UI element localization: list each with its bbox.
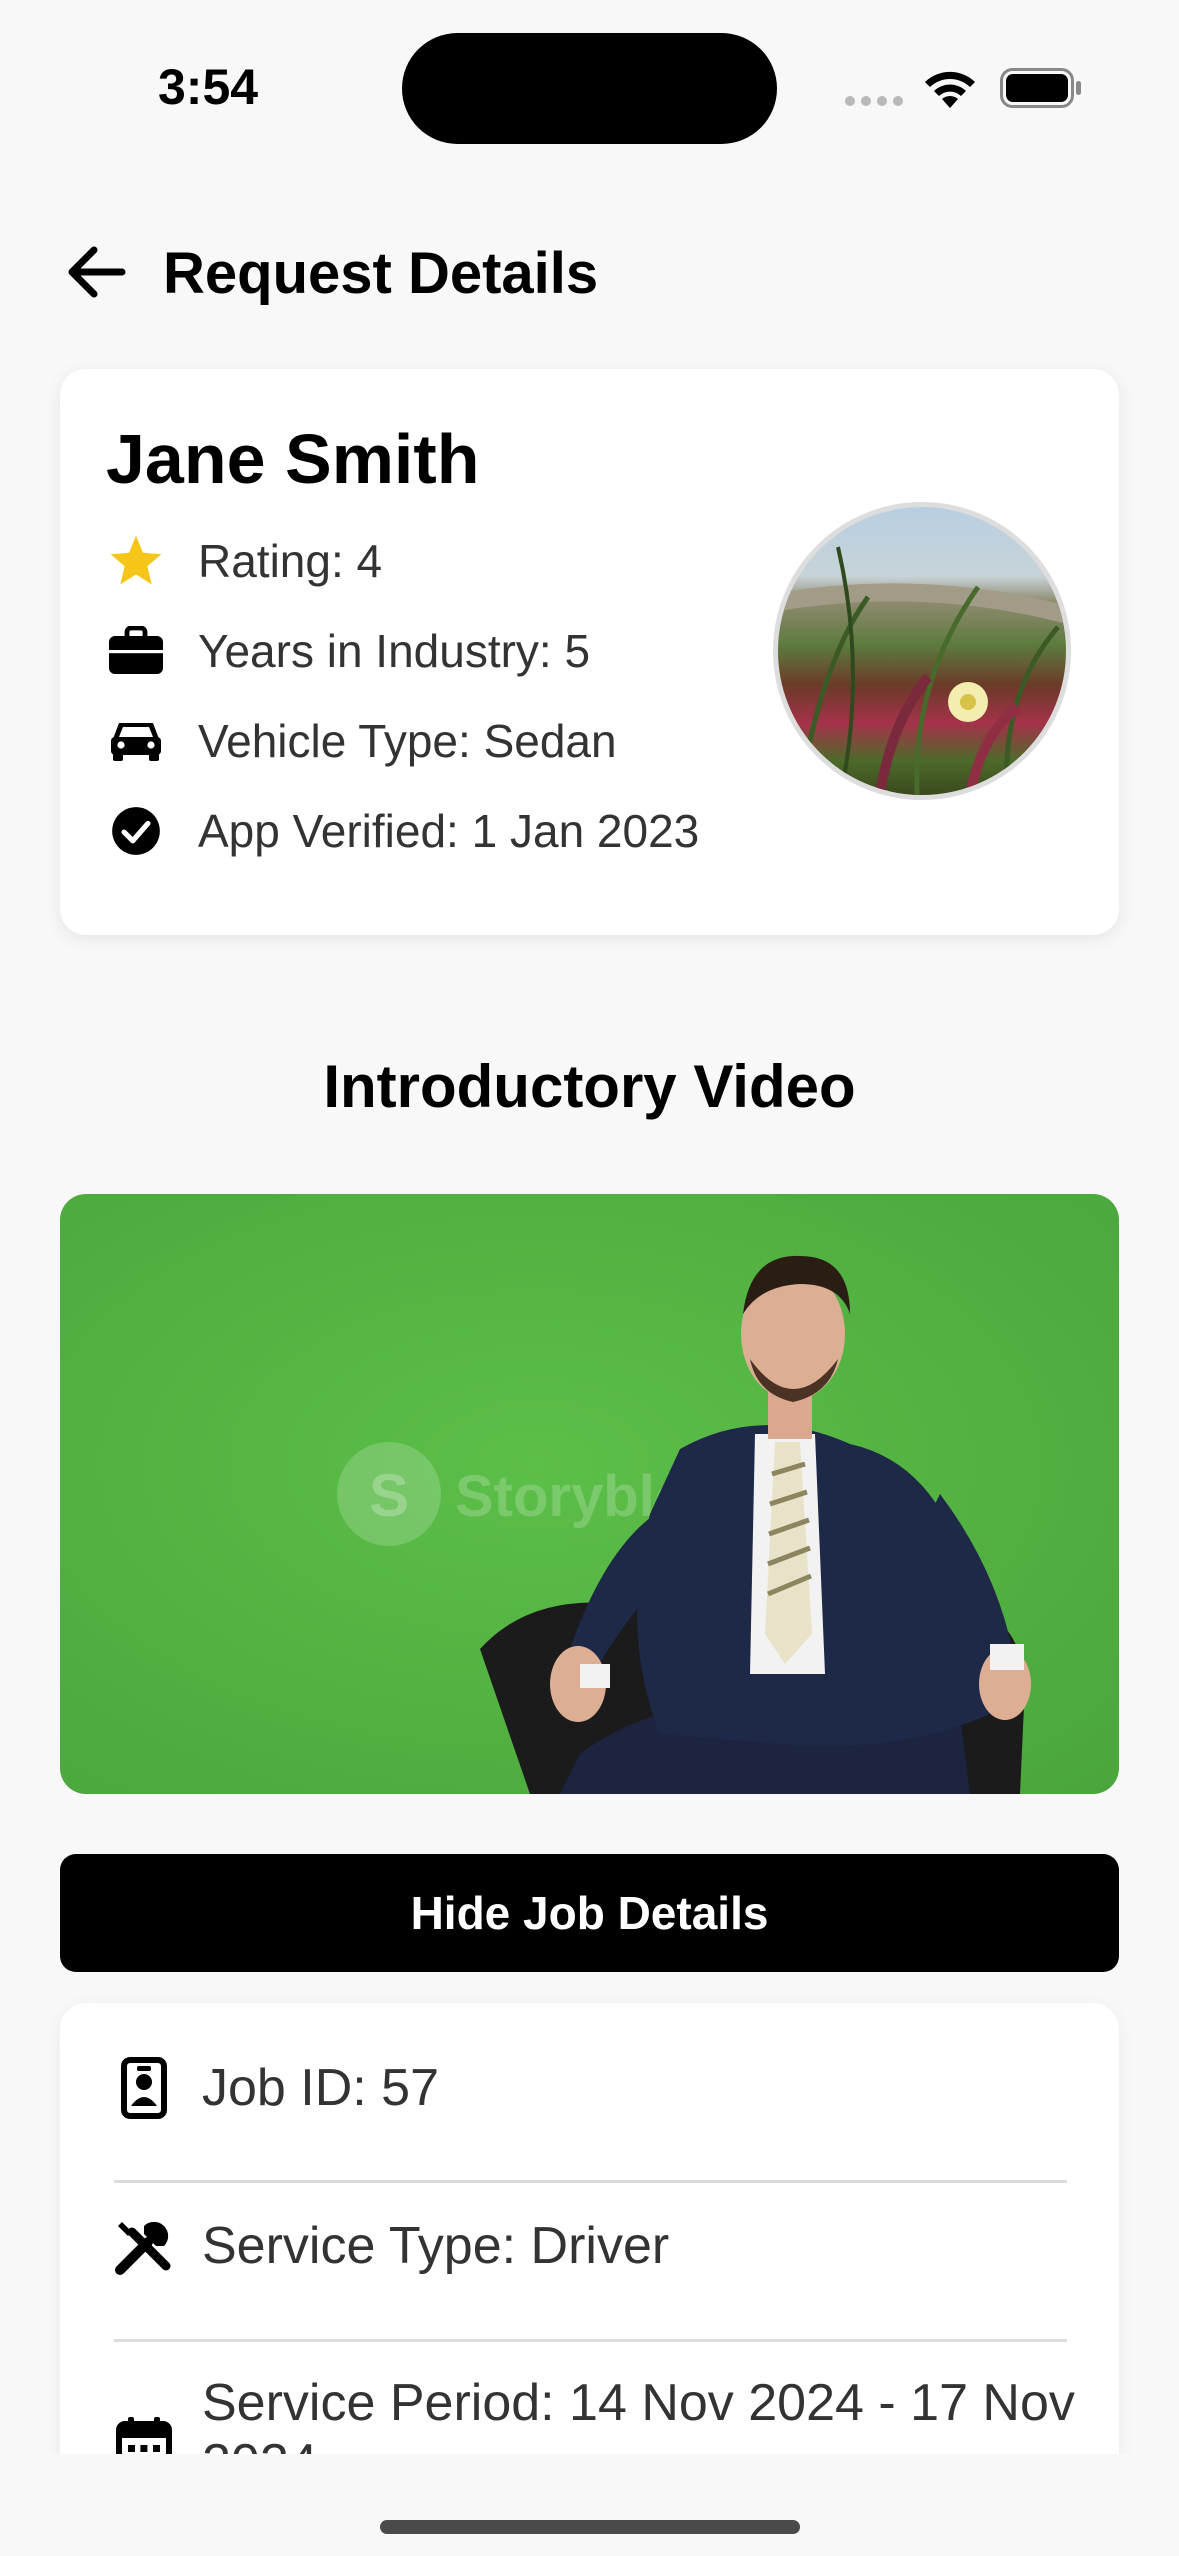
wifi-icon [925,71,975,108]
vehicle-row: Vehicle Type: Sedan [106,706,617,776]
avatar [773,502,1071,800]
page-title: Request Details [163,241,599,306]
status-time: 3:54 [158,59,259,115]
years-text: Years in Industry: 5 [198,625,591,677]
intro-video[interactable]: S Storyblocks [60,1194,1119,1794]
bottom-safe-area [0,2454,1179,2556]
car-icon [106,711,166,771]
job-id-text: Job ID: 57 [202,2059,440,2117]
star-icon [106,531,166,591]
rating-text: Rating: 4 [198,535,383,587]
verified-row: App Verified: 1 Jan 2023 [106,796,699,866]
service-type-row: Service Type: Driver [112,2211,669,2281]
verified-text: App Verified: 1 Jan 2023 [198,805,700,857]
home-indicator[interactable] [380,2520,800,2534]
battery-icon [1000,68,1081,108]
briefcase-icon [106,621,166,681]
hide-job-details-button[interactable]: Hide Job Details [60,1854,1119,1972]
id-badge-icon [112,2053,176,2123]
rating-row: Rating: 4 [106,526,382,596]
back-arrow-icon[interactable] [62,242,132,302]
screen: 3:54 Request Details Jane Smith Rating: … [0,0,1179,2556]
years-row: Years in Industry: 5 [106,616,590,686]
job-id-row: Job ID: 57 [112,2053,439,2123]
vehicle-text: Vehicle Type: Sedan [198,715,617,767]
dynamic-island [402,33,777,144]
divider [114,2180,1067,2183]
profile-name: Jane Smith [106,420,480,498]
tools-icon [112,2211,176,2281]
video-section-title: Introductory Video [323,1053,856,1120]
service-type-text: Service Type: Driver [202,2217,670,2275]
divider [114,2339,1067,2342]
svg-text:S: S [369,1462,409,1529]
profile-card: Jane Smith Rating: 4 Years in Industry: … [60,369,1119,935]
check-circle-icon [106,801,166,861]
signal-icon [845,96,903,106]
